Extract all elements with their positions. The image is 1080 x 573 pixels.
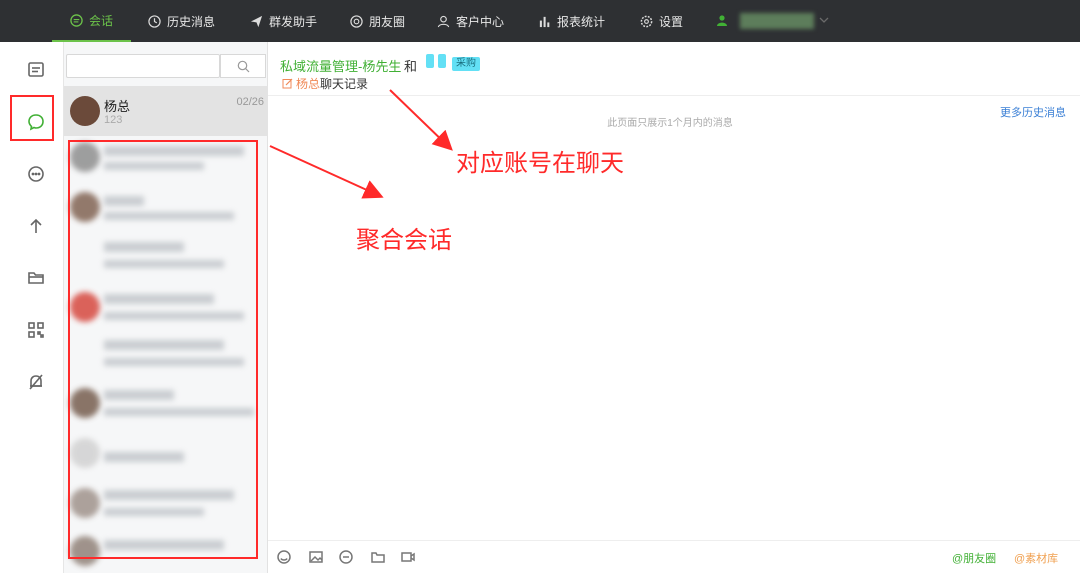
nav-tab-chat[interactable]: 会话 [52, 0, 132, 42]
bell-off-icon[interactable] [22, 368, 50, 396]
conversation-time: 02/26 [236, 96, 264, 108]
nav-tab-chat-label: 会话 [89, 13, 114, 28]
chat-record-line: 杨总聊天记录 [282, 75, 368, 92]
smile-sticker-icon[interactable] [338, 549, 354, 565]
redacted-name-block [438, 54, 446, 68]
annotation-account-label: 对应账号在聊天 [456, 150, 624, 177]
image-icon[interactable] [308, 549, 324, 565]
material-library-link[interactable]: @素材库 [1014, 550, 1058, 566]
nav-tab-moments-label: 朋友圈 [369, 14, 406, 29]
gear-icon [640, 15, 653, 27]
edit-icon[interactable] [282, 78, 293, 89]
send-icon [250, 15, 263, 27]
nav-tab-customers-label: 客户中心 [456, 14, 505, 29]
moments-icon [350, 14, 363, 28]
qrcode-icon[interactable] [22, 316, 50, 344]
customer-tag: 采购 [452, 57, 480, 71]
chat-record-suffix: 聊天记录 [320, 77, 369, 91]
nav-tab-moments[interactable]: 朋友圈 [350, 0, 405, 42]
chat-icon [70, 13, 83, 27]
highlight-conversation-list [68, 140, 258, 559]
conversation-preview: 123 [104, 114, 123, 126]
bar-chart-icon [539, 16, 550, 27]
conversation-name: 杨总 [104, 99, 131, 114]
chevron-down-icon[interactable] [818, 15, 830, 25]
emoji-icon[interactable] [276, 549, 292, 565]
nav-tab-customers[interactable]: 客户中心 [437, 0, 504, 42]
comment-icon[interactable] [22, 160, 50, 188]
highlight-chat-tab [10, 95, 54, 141]
chat-header: 私域流量管理-杨先生 和 采购 杨总聊天记录 [268, 42, 1080, 96]
notes-icon[interactable] [22, 56, 50, 84]
user-avatar-icon[interactable] [716, 14, 728, 26]
search-icon [237, 60, 249, 72]
conversation-item[interactable]: 杨总 123 02/26 [64, 86, 268, 136]
chat-area: 私域流量管理-杨先生 和 采购 杨总聊天记录 此页面只展示1个月内的消息 更多历… [268, 42, 1080, 573]
person-icon [437, 15, 450, 27]
user-name-redacted [740, 13, 814, 29]
message-toolbar: @朋友圈 @素材库 [268, 540, 1080, 573]
clock-icon [148, 14, 161, 28]
avatar [70, 96, 100, 126]
nav-tab-settings-label: 设置 [659, 14, 684, 29]
history-notice: 此页面只展示1个月内的消息 [607, 118, 733, 129]
nav-tab-history-label: 历史消息 [167, 14, 216, 29]
more-history-link[interactable]: 更多历史消息 [1000, 104, 1066, 120]
video-icon[interactable] [400, 549, 416, 565]
annotation-aggregate-label: 聚合会话 [356, 227, 452, 254]
nav-tab-broadcast[interactable]: 群发助手 [250, 0, 317, 42]
folder-icon[interactable] [370, 549, 386, 565]
search-input[interactable] [66, 54, 220, 78]
nav-tab-broadcast-label: 群发助手 [269, 14, 318, 29]
nav-tab-settings[interactable]: 设置 [640, 0, 683, 42]
nav-tab-history[interactable]: 历史消息 [148, 0, 215, 42]
nav-tab-reports[interactable]: 报表统计 [538, 0, 605, 42]
chat-record-name: 杨总 [296, 77, 321, 91]
chat-and-text: 和 [404, 59, 418, 74]
chat-account-name: 私域流量管理-杨先生 [280, 59, 402, 74]
moments-link[interactable]: @朋友圈 [952, 550, 996, 566]
search-button[interactable] [220, 54, 266, 78]
top-navigation-bar: 会话 历史消息 群发助手 朋友圈 客户中心 报表统计 设置 [0, 0, 1080, 42]
upload-arrow-icon[interactable] [22, 212, 50, 240]
nav-tab-reports-label: 报表统计 [557, 14, 606, 29]
folder-icon[interactable] [22, 264, 50, 292]
redacted-name-block [426, 54, 434, 68]
